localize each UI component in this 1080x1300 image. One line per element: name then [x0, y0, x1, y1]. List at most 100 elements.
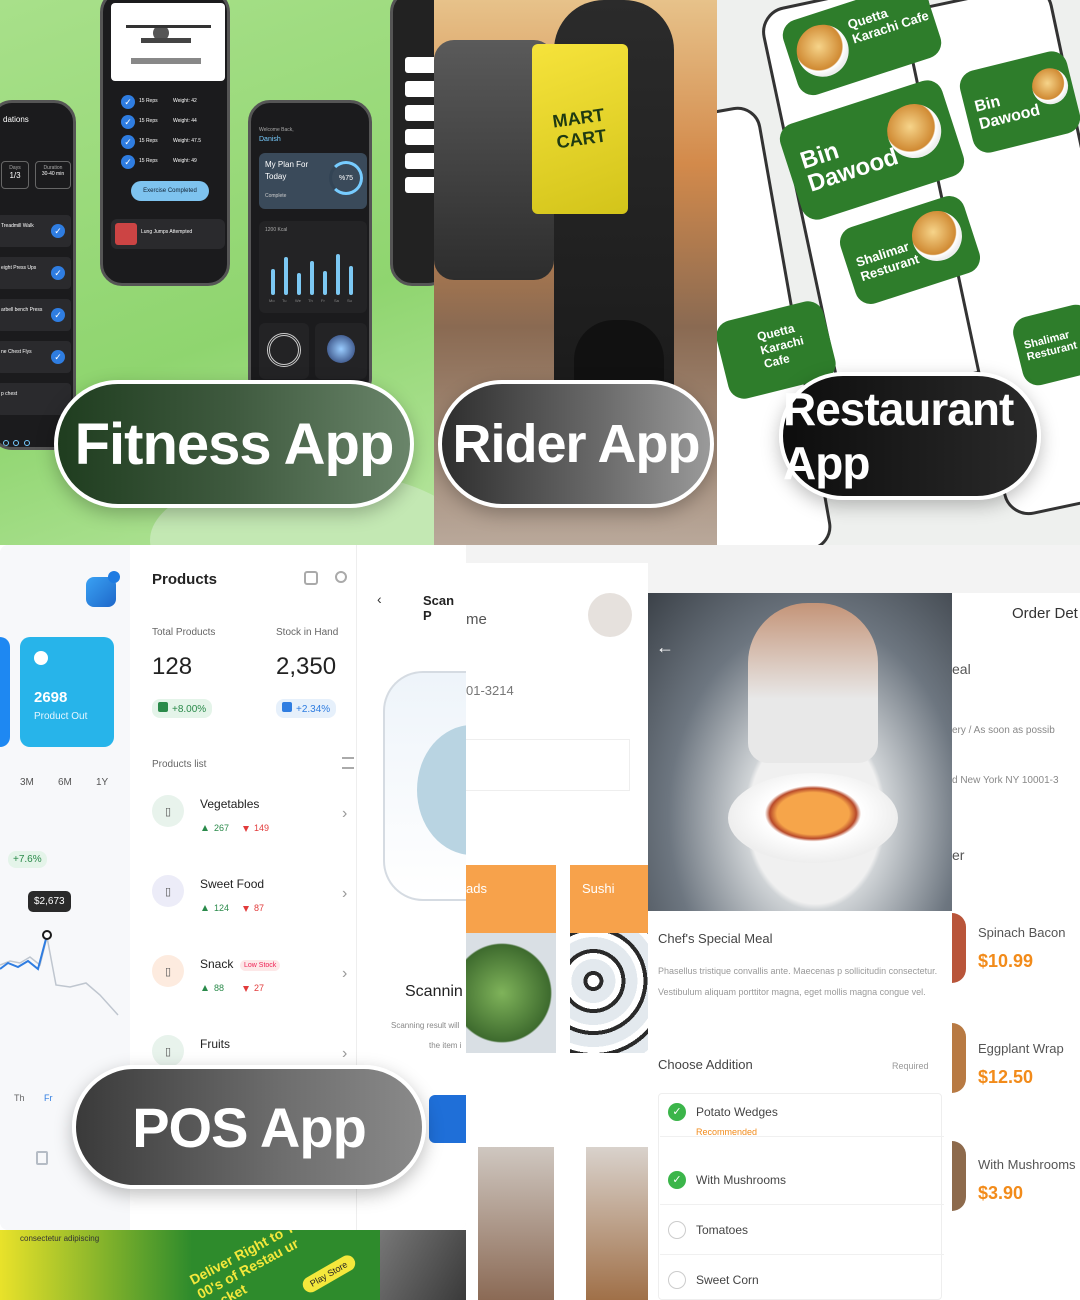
addition-option[interactable]: ✓ Potato Wedges Recommended [660, 1093, 944, 1137]
checked-icon[interactable]: ✓ [668, 1171, 686, 1189]
addition-option[interactable]: ✓ With Mushrooms [660, 1161, 944, 1205]
burn-bar [284, 256, 288, 295]
chef-thumb-1 [478, 1147, 554, 1300]
plan-card[interactable]: My Plan For Today Complete %75 [259, 153, 367, 209]
activity-thumbnail [115, 223, 137, 245]
set-reps: 15 Reps [139, 98, 158, 104]
pos-app-label[interactable]: POS App [72, 1065, 426, 1189]
exercise-row[interactable]: ne Chest Flys ✓ [0, 341, 71, 373]
category-sushi[interactable]: Sushi [570, 865, 648, 933]
salad-image [466, 933, 556, 1053]
dish-thumb [952, 1023, 966, 1093]
avatar[interactable] [588, 593, 632, 637]
chart-icon[interactable] [36, 1151, 48, 1165]
product-out-value: 2698 [34, 689, 68, 706]
weekday-fr: Fr [44, 1093, 53, 1103]
fitness-tile[interactable]: Exercise Completed Lung Jumps Attempted … [0, 0, 434, 545]
down-triangle-icon [243, 826, 249, 832]
dish-thumb [952, 1141, 966, 1211]
unchecked-icon[interactable] [668, 1221, 686, 1239]
phone-partial: 01-3214 [466, 683, 514, 698]
burn-bar [271, 268, 275, 295]
back-icon[interactable]: ‹ [377, 591, 382, 607]
price-tooltip: $2,673 [28, 891, 71, 912]
change-badge: +7.6% [8, 851, 47, 868]
checked-icon[interactable]: ✓ [668, 1103, 686, 1121]
burn-bar [297, 273, 301, 295]
plan-progress-ring: %75 [329, 161, 363, 195]
fitness-app-label[interactable]: Fitness App [54, 380, 414, 508]
addition-option[interactable]: Sweet Corn [660, 1261, 944, 1300]
dish-price: $3.90 [978, 1183, 1024, 1203]
order-title: Order Det [1012, 605, 1078, 622]
input-partial[interactable] [466, 739, 630, 791]
check-icon[interactable]: ✓ [121, 115, 135, 129]
stock-down: 27 [254, 983, 265, 993]
check-icon[interactable]: ✓ [121, 95, 135, 109]
pagination-dots [3, 433, 43, 446]
check-icon[interactable]: ✓ [121, 135, 135, 149]
check-icon[interactable]: ✓ [121, 155, 135, 169]
category-salads[interactable]: ads [466, 865, 556, 933]
burn-chart: 1200 Kcal Mo Tu We Th Fr Sa Su [259, 221, 367, 313]
exercise-completed-button[interactable]: Exercise Completed [131, 181, 209, 201]
chevron-right-icon[interactable]: › [342, 965, 347, 983]
burn-bar [310, 261, 314, 295]
scan-icon[interactable] [304, 571, 318, 585]
exercise-row[interactable]: p chest [0, 383, 71, 415]
unchecked-icon[interactable] [668, 1271, 686, 1289]
product-out-card[interactable]: 2698 Product Out [20, 637, 114, 747]
meal-plate [728, 773, 898, 863]
pos-tile[interactable]: 2698 Product Out 3M 6M 1Y +7.6% $2,673 T… [0, 545, 466, 1230]
choose-addition: Choose Addition [658, 1057, 753, 1072]
option-name: Potato Wedges [696, 1105, 778, 1119]
chevron-right-icon[interactable]: › [342, 805, 347, 823]
filter-icon[interactable] [342, 757, 354, 769]
range-3m[interactable]: 3M [20, 777, 34, 788]
scan-title: Scan P [423, 593, 455, 623]
exercise-row[interactable]: Treadmill Walk ✓ [0, 215, 71, 247]
restaurant-tile[interactable]: Quetta Karachi Cafe Bin Dawood Shalimar … [717, 0, 1080, 545]
chef-thumb-2 [586, 1147, 648, 1300]
name-label-partial: me [466, 611, 487, 628]
exercise-row[interactable]: eight Press Ups ✓ [0, 257, 71, 289]
weekday-th: Th [14, 1093, 25, 1103]
range-6m[interactable]: 6M [58, 777, 72, 788]
scanning-title: Scannin [405, 983, 463, 1000]
left-title: dations [3, 115, 29, 124]
set-reps: 15 Reps [139, 138, 158, 144]
chevron-right-icon[interactable]: › [342, 885, 347, 903]
day-label: We [295, 298, 301, 303]
exercise-name: p chest [1, 391, 18, 397]
restaurant-dish-image [789, 17, 856, 84]
food-order-tile[interactable]: me 01-3214 ads Sushi ← Chef's Special Me… [466, 545, 1080, 1300]
up-triangle-icon [202, 985, 208, 991]
duration-box: Duration 30-40 min [35, 161, 71, 189]
up-arrow-icon [158, 702, 168, 712]
chevron-right-icon[interactable]: › [342, 1045, 347, 1063]
meal-partial: eal [952, 661, 971, 677]
address-partial: d New York NY 10001-3 [952, 775, 1059, 786]
promo-banner[interactable]: consectetur adipiscing Deliver Right to … [0, 1230, 480, 1300]
range-1y[interactable]: 1Y [96, 777, 108, 788]
products-list-label: Products list [152, 759, 207, 770]
rider-tile[interactable]: MART CART Rider App [434, 0, 717, 545]
dish-thumb [952, 913, 966, 983]
addition-option[interactable]: Tomatoes [660, 1211, 944, 1255]
meal-title: Chef's Special Meal [658, 931, 773, 946]
up-triangle-icon [202, 905, 208, 911]
set-reps: 15 Reps [139, 118, 158, 124]
back-arrow-icon[interactable]: ← [656, 637, 674, 658]
welcome-text: Welcome Back, [259, 127, 294, 133]
day-label: Tu [282, 298, 287, 303]
exercise-row[interactable]: arbell bench Press ✓ [0, 299, 71, 331]
restaurant-app-label[interactable]: Restaurant App [779, 372, 1041, 500]
fitness-phone-workout: Exercise Completed Lung Jumps Attempted … [100, 0, 230, 286]
er-partial: er [952, 847, 965, 863]
meal-description: Phasellus tristique convallis ante. Maec… [658, 966, 938, 997]
activity-card[interactable]: Lung Jumps Attempted [111, 219, 225, 249]
rider-app-label[interactable]: Rider App [438, 380, 714, 508]
search-icon[interactable] [335, 571, 347, 583]
done-button-partial[interactable] [429, 1095, 466, 1143]
stock-up: 88 [214, 983, 225, 993]
